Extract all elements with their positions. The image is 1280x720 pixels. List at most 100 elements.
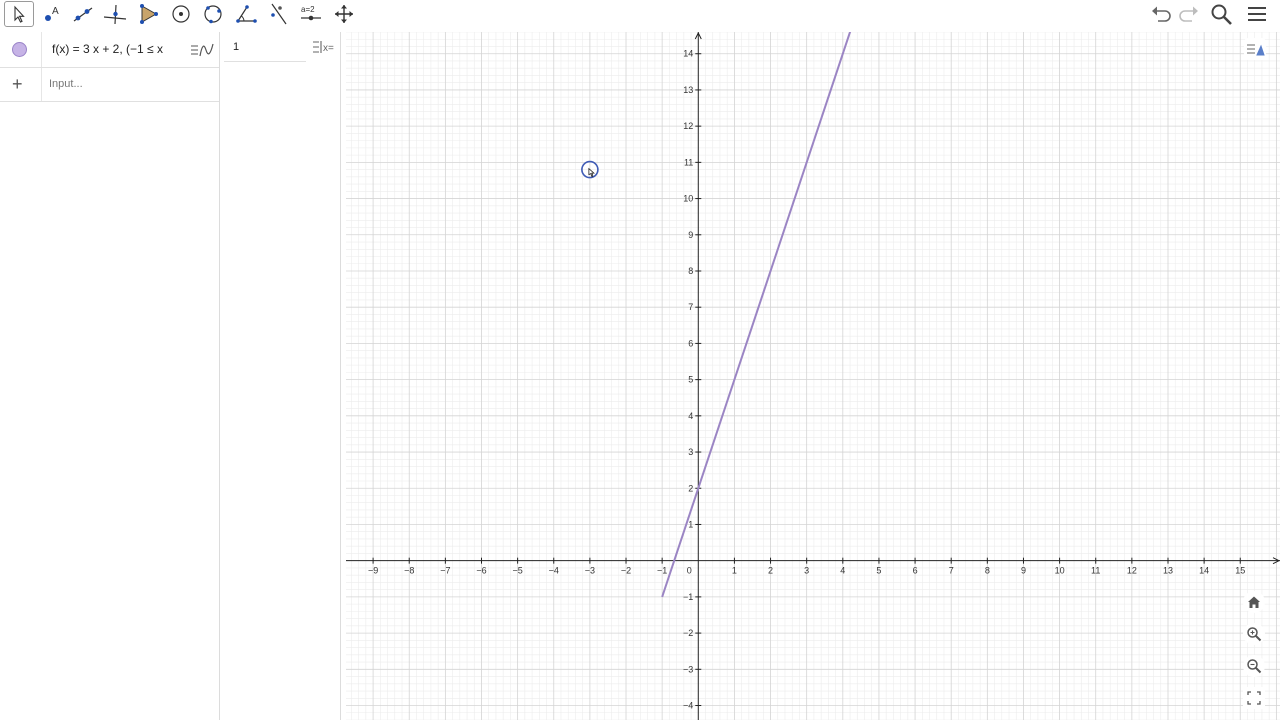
y-tick-label: 12 bbox=[683, 121, 693, 131]
point-icon: A bbox=[45, 6, 59, 21]
fullscreen-button[interactable] bbox=[1243, 687, 1265, 709]
reflect-icon bbox=[271, 3, 287, 25]
y-tick-label: 1 bbox=[688, 519, 693, 529]
zoom-in-icon bbox=[1247, 627, 1262, 642]
fullscreen-icon bbox=[1247, 691, 1261, 705]
perpendicular-line-tool-button[interactable] bbox=[100, 1, 130, 27]
circle-three-points-icon bbox=[204, 5, 222, 24]
y-tick-label: −2 bbox=[683, 628, 693, 638]
x-tick-label: 0 bbox=[687, 566, 692, 576]
undo-icon bbox=[1152, 6, 1171, 22]
x-tick-label: 14 bbox=[1199, 566, 1209, 576]
algebra-view: f(x) = 3 x + 2, (−1 ≤ x + Input... bbox=[0, 32, 220, 720]
function-definition[interactable]: f(x) = 3 x + 2, (−1 ≤ x bbox=[52, 42, 187, 56]
x-tick-label: 15 bbox=[1235, 566, 1245, 576]
arrow-cursor-icon bbox=[14, 5, 25, 23]
reflect-tool-button[interactable] bbox=[263, 1, 293, 27]
move-arrows-icon bbox=[335, 5, 353, 23]
algebra-item-f[interactable]: f(x) = 3 x + 2, (−1 ≤ x bbox=[0, 32, 219, 68]
x-tick-label: 8 bbox=[985, 566, 990, 576]
redo-icon bbox=[1179, 6, 1198, 22]
y-tick-label: 14 bbox=[683, 49, 693, 59]
x-tick-label: 9 bbox=[1021, 566, 1026, 576]
graphics-style-button[interactable] bbox=[1244, 38, 1266, 60]
x-tick-label: 2 bbox=[768, 566, 773, 576]
row-divider bbox=[41, 32, 42, 67]
table-settings-icon: x= bbox=[313, 41, 334, 54]
line-tool-button[interactable] bbox=[68, 1, 98, 27]
x-tick-label: −6 bbox=[476, 566, 486, 576]
toolbar: A a=2 bbox=[0, 0, 1280, 32]
x-tick-label: −9 bbox=[368, 566, 378, 576]
y-tick-label: 6 bbox=[688, 338, 693, 348]
polygon-tool-button[interactable] bbox=[133, 1, 163, 27]
y-tick-label: 8 bbox=[688, 266, 693, 276]
point-tool-label: A bbox=[52, 6, 59, 17]
table-view: 1 x= bbox=[224, 32, 341, 720]
style-bar-icon bbox=[1247, 44, 1265, 56]
x-tick-label: −2 bbox=[621, 566, 631, 576]
x-tick-label: 10 bbox=[1055, 566, 1065, 576]
x-tick-label: −1 bbox=[657, 566, 667, 576]
search-icon bbox=[1211, 4, 1232, 25]
x-tick-label: −8 bbox=[404, 566, 414, 576]
zoom-out-button[interactable] bbox=[1243, 655, 1265, 677]
search-button[interactable] bbox=[1208, 2, 1236, 26]
home-icon bbox=[1248, 596, 1260, 608]
x-tick-label: 5 bbox=[876, 566, 881, 576]
row-divider bbox=[41, 68, 42, 101]
main-menu-button[interactable] bbox=[1243, 2, 1271, 26]
slider-icon: a=2 bbox=[301, 5, 321, 21]
y-tick-label: 11 bbox=[684, 157, 693, 167]
geogebra-app: A a=2 f(x) = 3 x + 2, (−1 ≤ x + Input...… bbox=[0, 0, 1280, 720]
x-tick-label: 13 bbox=[1163, 566, 1173, 576]
y-tick-label: −1 bbox=[683, 592, 693, 602]
perpendicular-icon bbox=[103, 4, 127, 25]
y-tick-label: 3 bbox=[688, 447, 693, 457]
x-tick-label: 11 bbox=[1091, 566, 1100, 576]
visibility-toggle[interactable] bbox=[12, 42, 27, 57]
y-tick-label: 7 bbox=[688, 302, 693, 312]
x-tick-label: 4 bbox=[840, 566, 845, 576]
zoom-out-icon bbox=[1247, 659, 1262, 674]
x-tick-label: −5 bbox=[512, 566, 522, 576]
polygon-icon bbox=[140, 4, 158, 24]
y-tick-label: 4 bbox=[688, 411, 693, 421]
zoom-in-button[interactable] bbox=[1243, 623, 1265, 645]
y-tick-label: 10 bbox=[683, 194, 693, 204]
table-cell[interactable]: 1 bbox=[224, 32, 306, 62]
angle-icon bbox=[236, 5, 257, 23]
slider-tool-label: a=2 bbox=[301, 5, 315, 14]
add-item-icon[interactable]: + bbox=[12, 74, 23, 95]
x-tick-label: −7 bbox=[440, 566, 450, 576]
x-tick-label: −3 bbox=[585, 566, 595, 576]
y-tick-label: 9 bbox=[688, 230, 693, 240]
graphics-view[interactable]: −9 −8 −7 −6 −5 −4 −3 −2 −1 0 1 2 3 4 5 6 7 8 9 10 11 12 13 14 15… bbox=[346, 32, 1280, 720]
menu-icon bbox=[1248, 7, 1266, 21]
move-graphics-tool-button[interactable] bbox=[329, 1, 359, 27]
y-tick-label: −4 bbox=[683, 701, 693, 711]
circle-center-point-tool-button[interactable] bbox=[166, 1, 196, 27]
undo-button[interactable] bbox=[1147, 2, 1175, 26]
move-tool-button[interactable] bbox=[4, 1, 34, 27]
circle-three-points-tool-button[interactable] bbox=[198, 1, 228, 27]
special-points-button[interactable] bbox=[186, 36, 218, 64]
algebra-input-row[interactable]: + Input... bbox=[0, 68, 219, 102]
x-tick-label: −4 bbox=[549, 566, 559, 576]
table-settings-button[interactable]: x= bbox=[308, 34, 338, 60]
slider-tool-button[interactable]: a=2 bbox=[296, 1, 326, 27]
circle-icon bbox=[172, 5, 190, 23]
svg-text:x=: x= bbox=[323, 43, 334, 54]
y-tick-label: 5 bbox=[688, 375, 693, 385]
redo-button[interactable] bbox=[1175, 2, 1203, 26]
x-tick-label: 3 bbox=[804, 566, 809, 576]
point-tool-button[interactable]: A bbox=[37, 1, 67, 27]
line-icon bbox=[73, 7, 93, 22]
algebra-input[interactable]: Input... bbox=[49, 78, 83, 90]
table-cell-value: 1 bbox=[233, 41, 240, 53]
angle-tool-button[interactable] bbox=[231, 1, 261, 27]
y-tick-label: −3 bbox=[683, 664, 693, 674]
standard-view-button[interactable] bbox=[1243, 591, 1265, 613]
x-tick-label: 12 bbox=[1127, 566, 1137, 576]
coordinate-plane[interactable]: −9 −8 −7 −6 −5 −4 −3 −2 −1 0 1 2 3 4 5 6 7 8 9 10 11 12 13 14 15… bbox=[346, 32, 1280, 720]
